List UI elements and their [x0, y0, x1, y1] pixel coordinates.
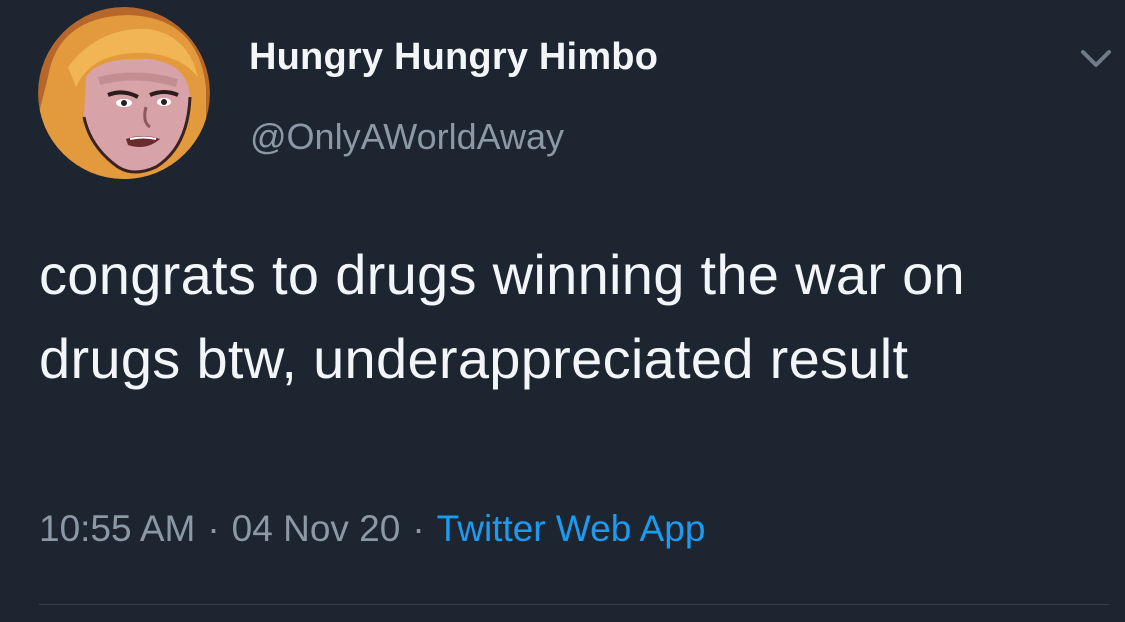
- tweet-card: Hungry Hungry Himbo @OnlyAWorldAway cong…: [0, 0, 1125, 622]
- tweet-date: 04 Nov 20: [231, 508, 401, 549]
- display-name[interactable]: Hungry Hungry Himbo: [249, 36, 658, 79]
- tweet-text: congrats to drugs winning the war on dru…: [39, 243, 965, 390]
- separator: ·: [207, 508, 220, 549]
- chevron-down-icon[interactable]: [1075, 40, 1117, 74]
- tweet-metadata: 10:55 AM · 04 Nov 20 · Twitter Web App: [39, 508, 705, 550]
- user-handle[interactable]: @OnlyAWorldAway: [250, 116, 564, 158]
- user-avatar[interactable]: [38, 7, 210, 179]
- tweet-source-link[interactable]: Twitter Web App: [437, 508, 706, 549]
- separator: ·: [412, 508, 425, 549]
- divider: [39, 604, 1109, 605]
- tweet-time: 10:55 AM: [39, 508, 196, 549]
- cartoon-hero-avatar-icon: [38, 7, 210, 179]
